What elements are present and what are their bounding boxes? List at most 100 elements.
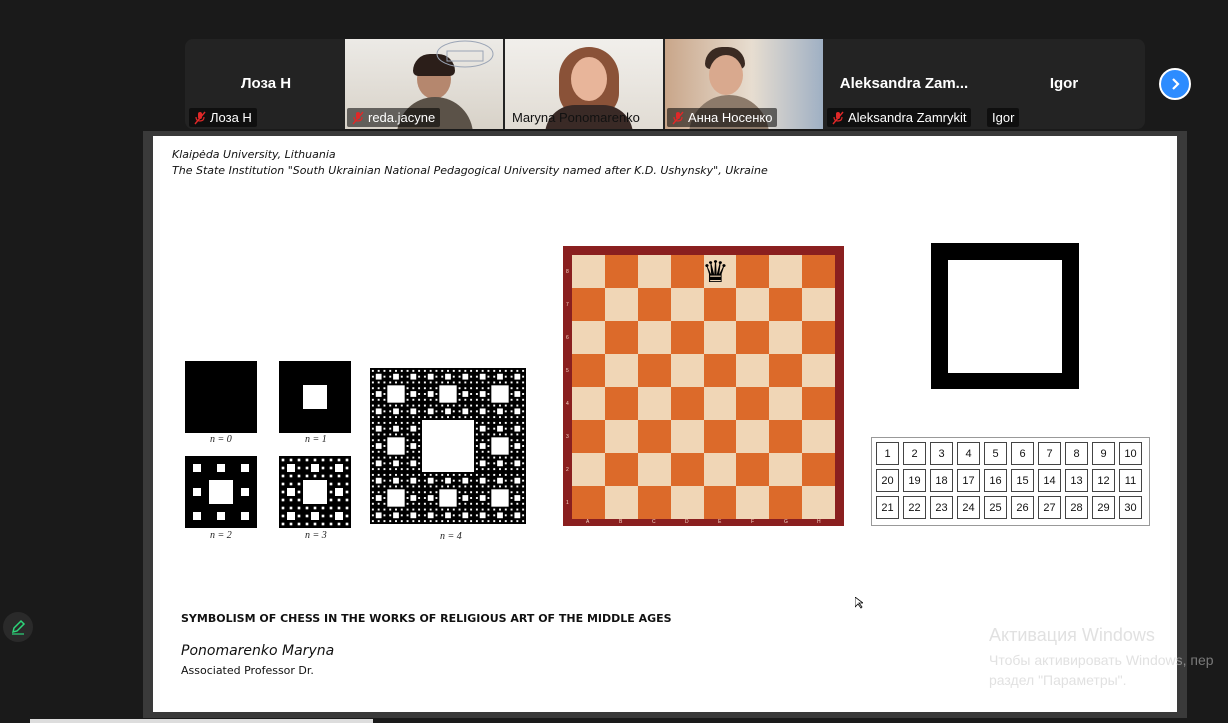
- participant-strip: Лоза Н Лоза Н reda.jacyne Maryna Ponomar…: [185, 39, 1145, 129]
- board-square: [802, 255, 835, 288]
- number-cell: 4: [957, 442, 980, 465]
- board-square: [802, 321, 835, 354]
- number-cell: 15: [1011, 469, 1034, 492]
- board-square: [572, 453, 605, 486]
- participant-video-tile[interactable]: Анна Носенко: [665, 39, 823, 129]
- board-square: [769, 453, 803, 486]
- participant-nametag: Igor: [987, 108, 1020, 127]
- participant-tag-label: Igor: [992, 110, 1015, 125]
- board-square: [637, 255, 671, 288]
- number-cell: 23: [930, 496, 953, 519]
- board-square: [802, 486, 835, 519]
- building-logo-icon: [436, 40, 494, 68]
- participant-name: Лоза Н: [240, 75, 292, 92]
- board-square: [637, 453, 671, 486]
- board-square: [670, 321, 704, 354]
- annotate-button[interactable]: [3, 612, 33, 642]
- board-square: [670, 255, 704, 288]
- board-square: [637, 420, 671, 453]
- board-square: [670, 453, 704, 486]
- number-cell: 17: [957, 469, 980, 492]
- board-square: [604, 387, 638, 420]
- board-file-label: F: [751, 519, 755, 525]
- next-participants-button[interactable]: [1159, 68, 1191, 100]
- board-square: [604, 486, 638, 519]
- fractal-n4: [370, 368, 526, 524]
- board-file-label: E: [718, 519, 722, 525]
- zoom-meeting-window: Лоза Н Лоза Н reda.jacyne Maryna Ponomar…: [0, 0, 1228, 723]
- number-cell: 10: [1119, 442, 1142, 465]
- board-square: [637, 288, 671, 321]
- number-cell: 8: [1065, 442, 1088, 465]
- fractal-label: n = 4: [440, 531, 462, 542]
- mic-off-icon: [832, 111, 844, 124]
- mic-off-icon: [672, 111, 684, 124]
- participant-name: Aleksandra Zam...: [839, 75, 969, 92]
- square-frame-figure: [931, 243, 1079, 389]
- board-square: [572, 321, 605, 354]
- number-cell: 5: [984, 442, 1007, 465]
- number-cell: 1: [876, 442, 899, 465]
- board-square: [736, 453, 770, 486]
- participant-tile[interactable]: Aleksandra Zam... Aleksandra Zamrykit: [825, 39, 983, 129]
- board-square: [637, 354, 671, 387]
- board-square: [604, 321, 638, 354]
- board-square: [604, 453, 638, 486]
- board-rank-label: 5: [566, 368, 569, 374]
- progress-bar: [30, 719, 373, 723]
- board-square: [637, 387, 671, 420]
- board-square: [572, 486, 605, 519]
- windows-activation-text: Чтобы активировать Windows, пер раздел "…: [989, 650, 1214, 690]
- board-square: [670, 420, 704, 453]
- number-cell: 26: [1011, 496, 1034, 519]
- board-square: [572, 288, 605, 321]
- board-square: [736, 255, 770, 288]
- number-cell: 11: [1119, 469, 1142, 492]
- windows-activation-line-1: Чтобы активировать Windows, пер: [989, 652, 1214, 668]
- number-row: 1 2 3 4 5 6 7 8 9 10: [876, 442, 1145, 465]
- number-cell: 14: [1038, 469, 1061, 492]
- participant-tag-label: Aleksandra Zamrykit: [848, 110, 967, 125]
- number-cell: 27: [1038, 496, 1061, 519]
- active-speaker-tile[interactable]: Maryna Ponomarenko: [505, 39, 663, 129]
- number-cell: 21: [876, 496, 899, 519]
- board-square: [736, 321, 770, 354]
- participant-tile[interactable]: Igor Igor: [985, 39, 1143, 129]
- board-square: [604, 288, 638, 321]
- board-square: [670, 288, 704, 321]
- number-cell: 6: [1011, 442, 1034, 465]
- number-row: 20 19 18 17 16 15 14 13 12 11: [876, 469, 1145, 492]
- number-cell: 13: [1065, 469, 1088, 492]
- board-square: [572, 420, 605, 453]
- mouse-cursor-icon: [855, 597, 863, 609]
- board-square: [703, 354, 737, 387]
- board-rank-label: 2: [566, 467, 569, 473]
- board-square: [802, 420, 835, 453]
- number-cell: 16: [984, 469, 1007, 492]
- fractal-label: n = 0: [210, 434, 232, 445]
- participant-video-tile[interactable]: reda.jacyne: [345, 39, 503, 129]
- board-file-label: C: [652, 519, 656, 525]
- board-square: [604, 420, 638, 453]
- person-head: [709, 55, 743, 95]
- board-square: [736, 387, 770, 420]
- board-square: [703, 420, 737, 453]
- participant-tile[interactable]: Лоза Н Лоза Н: [187, 39, 345, 129]
- board-square: [736, 420, 770, 453]
- board-square: [637, 486, 671, 519]
- board-file-label: D: [685, 519, 689, 525]
- number-cell: 19: [903, 469, 926, 492]
- board-square: [802, 288, 835, 321]
- number-cell: 24: [957, 496, 980, 519]
- board-square: [802, 453, 835, 486]
- author-name: Ponomarenko Maryna: [181, 643, 335, 659]
- chess-board: ♛ A B C D E F G H 8 7 6 5 4 3 2 1: [563, 246, 844, 526]
- board-square: [572, 255, 605, 288]
- queen-icon: ♛: [702, 256, 729, 289]
- number-cell: 2: [903, 442, 926, 465]
- number-cell: 18: [930, 469, 953, 492]
- board-square: [802, 387, 835, 420]
- board-square: [670, 486, 704, 519]
- participant-nametag: Maryna Ponomarenko: [507, 108, 645, 127]
- board-square: [769, 255, 803, 288]
